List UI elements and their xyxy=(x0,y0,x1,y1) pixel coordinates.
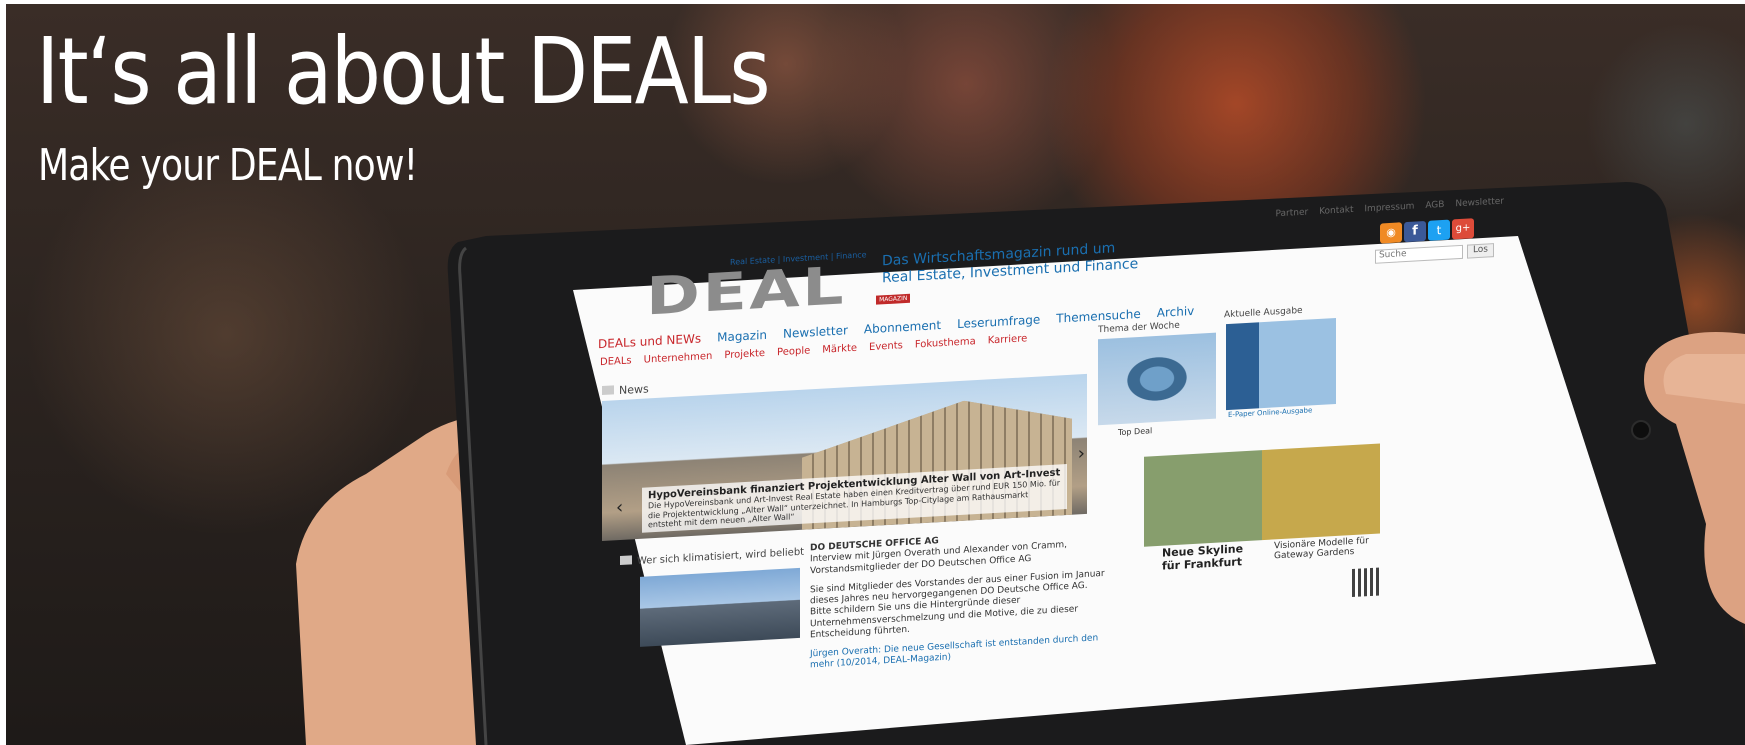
thema-caption[interactable]: Top Deal xyxy=(1118,426,1152,437)
social-icons: ◉ f t g+ xyxy=(1380,218,1474,244)
ausgabe-cover[interactable] xyxy=(1226,317,1336,411)
nav-magazin[interactable]: Magazin xyxy=(717,328,767,345)
top-link-kontakt[interactable]: Kontakt xyxy=(1319,205,1353,217)
slider-prev-button[interactable]: ‹ xyxy=(616,497,623,518)
subnav-people[interactable]: People xyxy=(777,345,810,358)
promo-images[interactable] xyxy=(1144,443,1380,547)
top-link-partner[interactable]: Partner xyxy=(1275,208,1308,220)
nav-abonnement[interactable]: Abonnement xyxy=(864,318,941,336)
rss-icon[interactable]: ◉ xyxy=(1380,222,1402,244)
hero-banner: Partner Kontakt Impressum AGB Newsletter… xyxy=(6,4,1745,745)
qr-code-icon xyxy=(1352,567,1380,598)
ausgabe-label: Aktuelle Ausgabe xyxy=(1224,305,1303,321)
nav-leserumfrage[interactable]: Leserumfrage xyxy=(957,312,1040,331)
nav-deals-und-news[interactable]: DEALs und NEWs xyxy=(598,331,701,351)
article: DO DEUTSCHE OFFICE AG Interview mit Jürg… xyxy=(810,527,1110,672)
page-subtitle: Make your DEAL now! xyxy=(38,140,418,191)
search-input[interactable]: Suche xyxy=(1374,244,1463,264)
thema-image[interactable] xyxy=(1098,332,1216,426)
top-link-newsletter[interactable]: Newsletter xyxy=(1455,197,1504,210)
top-link-impressum[interactable]: Impressum xyxy=(1364,202,1414,215)
nav-archiv[interactable]: Archiv xyxy=(1157,304,1195,320)
subnav-projekte[interactable]: Projekte xyxy=(724,348,765,361)
search-box: Suche Los xyxy=(1374,243,1494,264)
subnav-unternehmen[interactable]: Unternehmen xyxy=(644,351,713,366)
page-title: It‘s all about DEALs xyxy=(36,18,771,125)
tablet-screen-content: Partner Kontakt Impressum AGB Newsletter… xyxy=(584,187,1524,710)
subnav-events[interactable]: Events xyxy=(869,340,903,353)
news-label: News xyxy=(602,382,649,398)
nav-newsletter[interactable]: Newsletter xyxy=(783,323,848,341)
article-body: Sie sind Mitglieder des Vorstandes der a… xyxy=(810,568,1105,641)
slider-next-button[interactable]: › xyxy=(1078,443,1085,464)
news-slider[interactable]: HypoVereinsbank finanziert Projektentwic… xyxy=(602,373,1087,541)
logo-wordmark-sub: MAGAZIN xyxy=(876,293,911,305)
thema-label: Thema der Woche xyxy=(1098,320,1180,336)
promo-skyline[interactable]: Neue Skyline für Frankfurt xyxy=(1162,542,1262,573)
top-link-agb[interactable]: AGB xyxy=(1425,200,1444,211)
facebook-icon[interactable]: f xyxy=(1404,220,1426,243)
twitter-icon[interactable]: t xyxy=(1428,219,1450,241)
section-label: Wer sich klimatisiert, wird beliebt xyxy=(620,546,804,568)
top-links: Partner Kontakt Impressum AGB Newsletter xyxy=(1275,197,1504,220)
promo-gateway[interactable]: Visionäre Modelle für Gateway Gardens xyxy=(1274,535,1394,562)
subnav-karriere[interactable]: Karriere xyxy=(988,333,1028,346)
subnav-fokusthema[interactable]: Fokusthema xyxy=(915,336,976,350)
search-button[interactable]: Los xyxy=(1466,243,1494,259)
subnav-deals[interactable]: DEALs xyxy=(600,355,632,368)
article-image[interactable] xyxy=(640,567,800,647)
logo-wordmark: DEAL xyxy=(646,256,847,328)
subnav-maerkte[interactable]: Märkte xyxy=(822,343,857,356)
google-plus-icon[interactable]: g+ xyxy=(1452,218,1474,240)
